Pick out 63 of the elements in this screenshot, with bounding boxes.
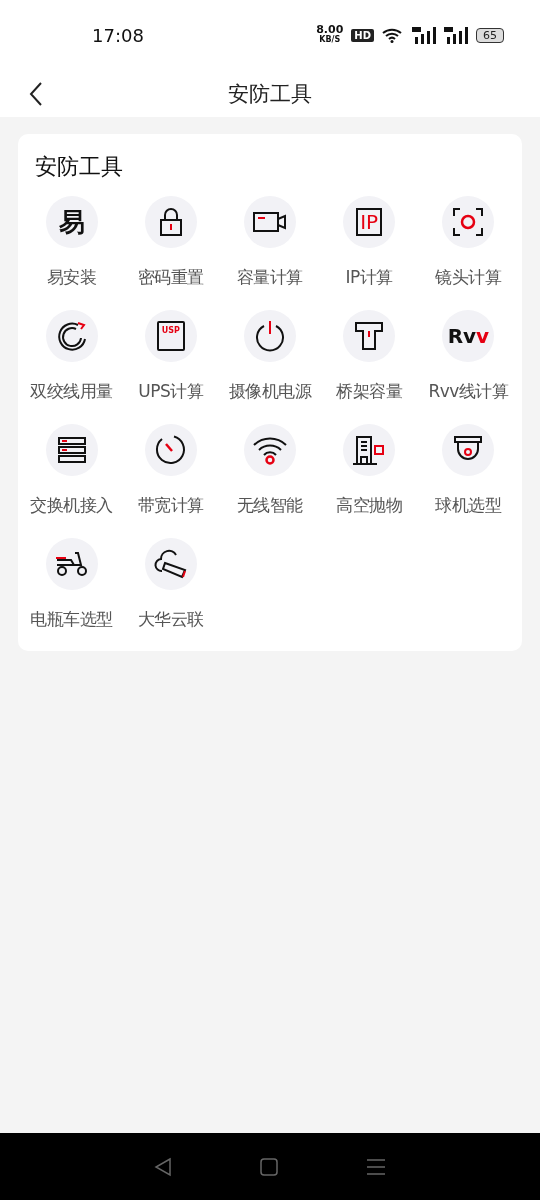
page-title: 安防工具 [228,80,312,108]
status-time: 17:08 [92,24,144,46]
section-title: 安防工具 [34,153,124,181]
back-icon[interactable] [154,1156,172,1177]
focus-frame-icon [453,208,484,236]
circular-arrow-icon [55,320,88,352]
tool-label: 球机选型 [435,494,502,517]
wifi-signal-icon [382,27,404,43]
video-camera-icon [253,211,287,233]
battery-indicator: 65 [476,27,504,43]
back-button[interactable] [29,82,43,106]
tool-item[interactable]: 带宽计算 [121,424,221,517]
tool-label: 易安装 [46,266,97,289]
tool-label: 无线智能 [237,494,303,517]
tool-item[interactable]: 无线智能 [220,424,320,517]
tool-item[interactable]: 摄像机电源 [220,310,320,403]
cellular-signal-icon [444,26,468,44]
tool-label: Rvv线计算 [428,380,509,403]
tool-item[interactable]: 双绞线用量 [22,310,122,403]
wifi-icon [252,435,288,465]
tool-label: UPS计算 [138,380,204,403]
network-speed: 8.00 KB/S [316,25,344,45]
tool-item[interactable]: 交换机接入 [22,424,122,517]
tool-logo: Rvv [447,324,490,348]
tool-item[interactable]: 镜头计算 [418,196,518,289]
tool-label: 高空抛物 [336,494,403,517]
tool-logo: 易 [58,205,85,239]
building-icon [353,435,386,465]
scooter-icon [55,551,88,577]
hd-badge: HD [351,28,374,42]
tool-label: 交换机接入 [30,494,113,517]
tool-item[interactable]: 易 易安装 [22,196,122,289]
lock-icon [158,208,183,236]
tool-label: 大华云联 [137,608,204,631]
tool-logo: IP [356,208,383,236]
tool-item[interactable]: 高空抛物 [319,424,419,517]
tool-label: 容量计算 [237,266,303,289]
tool-item[interactable]: 容量计算 [220,196,320,289]
menu-icon[interactable] [366,1157,386,1176]
cloud-camera-icon [153,549,188,579]
tool-item[interactable]: 桥架容量 [319,310,419,403]
tool-item[interactable]: 球机选型 [418,424,518,517]
tool-item[interactable]: 大华云联 [121,538,221,631]
tool-label: 双绞线用量 [30,380,113,403]
tool-label: 镜头计算 [435,266,502,289]
tool-label: 密码重置 [137,266,204,289]
tool-item[interactable]: 电瓶车选型 [22,538,122,631]
power-icon [255,320,285,352]
tool-item[interactable]: Rvv Rvv线计算 [418,310,518,403]
drive-icon: USP [156,321,185,351]
home-icon[interactable] [260,1157,278,1176]
tool-label: 桥架容量 [336,380,403,403]
server-rack-icon [57,437,86,463]
timer-icon [154,434,187,466]
tool-label: 电瓶车选型 [30,608,113,631]
cellular-signal-icon [412,26,436,44]
tool-label: 摄像机电源 [228,380,312,403]
tool-label: 带宽计算 [137,494,204,517]
tool-item[interactable]: USP UPS计算 [121,310,221,403]
tool-item[interactable]: IP IP计算 [319,196,419,289]
tool-item[interactable]: 密码重置 [121,196,221,289]
tool-label: IP计算 [345,266,393,289]
cable-tray-icon [355,322,384,350]
